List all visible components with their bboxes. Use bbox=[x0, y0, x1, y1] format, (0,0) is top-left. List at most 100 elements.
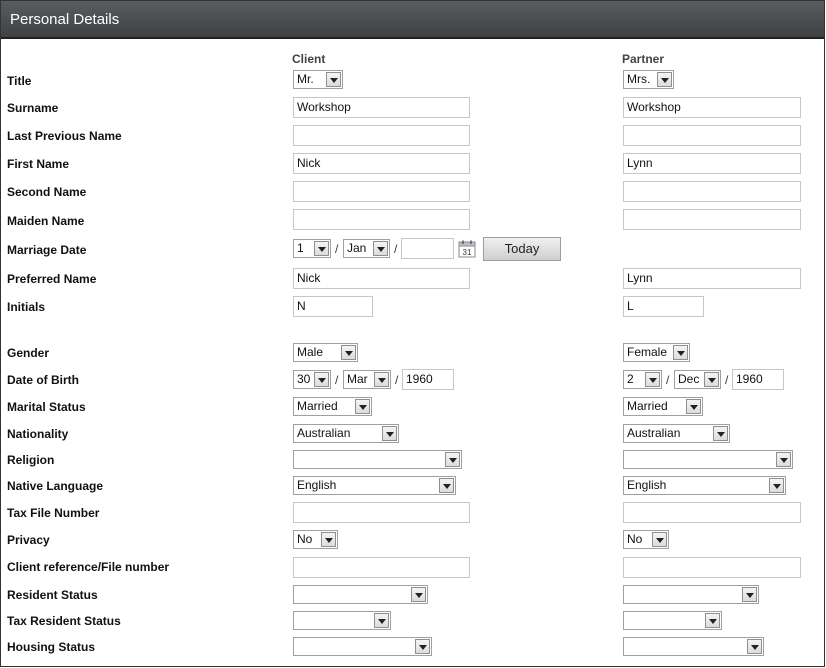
partner-privacy-value: No bbox=[627, 532, 643, 546]
partner-initials-input[interactable]: L bbox=[623, 296, 704, 317]
partner-surname-input[interactable]: Workshop bbox=[623, 97, 801, 118]
client-dob-month-select[interactable]: Mar bbox=[343, 370, 391, 389]
calendar-icon[interactable]: 31 bbox=[458, 240, 476, 258]
partner-dob-month-select[interactable]: Dec bbox=[674, 370, 721, 389]
partner-column-header: Partner bbox=[622, 52, 665, 66]
surname-label: Surname bbox=[7, 101, 59, 115]
client-native-language-select[interactable]: English bbox=[293, 476, 456, 495]
client-dob-month-value: Mar bbox=[347, 372, 368, 386]
client-marital-status-select[interactable]: Married bbox=[293, 397, 372, 416]
client-native-language-value: English bbox=[297, 478, 337, 492]
partner-dob-year-input[interactable]: 1960 bbox=[732, 369, 784, 390]
last-previous-name-label: Last Previous Name bbox=[7, 129, 122, 143]
partner-resident-status-select[interactable] bbox=[623, 585, 759, 604]
client-dob-year-input[interactable]: 1960 bbox=[402, 369, 454, 390]
chevron-down-icon bbox=[713, 426, 728, 441]
date-separator: / bbox=[335, 373, 339, 387]
partner-title-value: Mrs. bbox=[627, 72, 651, 86]
client-dob-day-select[interactable]: 30 bbox=[293, 370, 331, 389]
partner-dob-month-value: Dec bbox=[678, 372, 700, 386]
chevron-down-icon bbox=[769, 478, 784, 493]
partner-native-language-value: English bbox=[627, 478, 667, 492]
client-marriage-month-value: Jan bbox=[347, 241, 367, 255]
partner-gender-value: Female bbox=[627, 345, 668, 359]
client-housing-status-select[interactable] bbox=[293, 637, 432, 656]
chevron-down-icon bbox=[673, 345, 688, 360]
nationality-label: Nationality bbox=[7, 427, 69, 441]
client-gender-value: Male bbox=[297, 345, 324, 359]
partner-maiden-name-input[interactable] bbox=[623, 209, 801, 230]
chevron-down-icon bbox=[439, 478, 454, 493]
personal-details-panel: Personal Details Client Partner Title Su… bbox=[0, 0, 825, 667]
client-marriage-year-input[interactable] bbox=[401, 238, 454, 259]
partner-tax-file-number-input[interactable] bbox=[623, 502, 801, 523]
client-nationality-select[interactable]: Australian bbox=[293, 424, 399, 443]
client-second-name-input[interactable] bbox=[293, 181, 470, 202]
chevron-down-icon bbox=[445, 452, 460, 467]
today-button[interactable]: Today bbox=[483, 237, 561, 261]
client-initials-input[interactable]: N bbox=[293, 296, 373, 317]
chevron-down-icon bbox=[321, 532, 336, 547]
partner-title-select[interactable]: Mrs. bbox=[623, 70, 674, 89]
partner-last-previous-name-input[interactable] bbox=[623, 125, 801, 146]
preferred-name-label: Preferred Name bbox=[7, 272, 97, 286]
partner-privacy-select[interactable]: No bbox=[623, 530, 669, 549]
partner-first-name-input[interactable]: Lynn bbox=[623, 153, 801, 174]
client-surname-input[interactable]: Workshop bbox=[293, 97, 470, 118]
maiden-name-label: Maiden Name bbox=[7, 214, 85, 228]
first-name-label: First Name bbox=[7, 157, 70, 171]
tax-resident-status-label: Tax Resident Status bbox=[7, 614, 121, 628]
privacy-label: Privacy bbox=[7, 533, 50, 547]
tax-file-number-label: Tax File Number bbox=[7, 506, 100, 520]
chevron-down-icon bbox=[314, 372, 329, 387]
second-name-label: Second Name bbox=[7, 185, 87, 199]
client-marriage-day-select[interactable]: 1 bbox=[293, 239, 331, 258]
client-reference-input[interactable] bbox=[293, 557, 470, 578]
chevron-down-icon bbox=[382, 426, 397, 441]
partner-housing-status-select[interactable] bbox=[623, 637, 764, 656]
chevron-down-icon bbox=[314, 241, 329, 256]
partner-dob-day-select[interactable]: 2 bbox=[623, 370, 662, 389]
religion-label: Religion bbox=[7, 453, 55, 467]
resident-status-label: Resident Status bbox=[7, 588, 98, 602]
client-privacy-value: No bbox=[297, 532, 313, 546]
chevron-down-icon bbox=[645, 372, 660, 387]
marriage-date-label: Marriage Date bbox=[7, 243, 87, 257]
chevron-down-icon bbox=[341, 345, 356, 360]
housing-status-label: Housing Status bbox=[7, 640, 96, 654]
client-preferred-name-input[interactable]: Nick bbox=[293, 268, 470, 289]
client-marriage-month-select[interactable]: Jan bbox=[343, 239, 390, 258]
client-title-select[interactable]: Mr. bbox=[293, 70, 343, 89]
partner-marital-status-select[interactable]: Married bbox=[623, 397, 703, 416]
partner-nationality-value: Australian bbox=[627, 426, 681, 440]
client-tax-resident-status-select[interactable] bbox=[293, 611, 391, 630]
chevron-down-icon bbox=[742, 587, 757, 602]
chevron-down-icon bbox=[415, 639, 430, 654]
chevron-down-icon bbox=[747, 639, 762, 654]
partner-gender-select[interactable]: Female bbox=[623, 343, 690, 362]
chevron-down-icon bbox=[374, 372, 389, 387]
client-resident-status-select[interactable] bbox=[293, 585, 428, 604]
partner-tax-resident-status-select[interactable] bbox=[623, 611, 722, 630]
partner-reference-input[interactable] bbox=[623, 557, 801, 578]
client-religion-select[interactable] bbox=[293, 450, 462, 469]
partner-religion-select[interactable] bbox=[623, 450, 793, 469]
partner-second-name-input[interactable] bbox=[623, 181, 801, 202]
client-first-name-input[interactable]: Nick bbox=[293, 153, 470, 174]
partner-native-language-select[interactable]: English bbox=[623, 476, 786, 495]
client-nationality-value: Australian bbox=[297, 426, 351, 440]
chevron-down-icon bbox=[704, 372, 719, 387]
client-last-previous-name-input[interactable] bbox=[293, 125, 470, 146]
svg-text:31: 31 bbox=[463, 248, 472, 257]
client-gender-select[interactable]: Male bbox=[293, 343, 358, 362]
chevron-down-icon bbox=[776, 452, 791, 467]
partner-nationality-select[interactable]: Australian bbox=[623, 424, 730, 443]
client-maiden-name-input[interactable] bbox=[293, 209, 470, 230]
client-privacy-select[interactable]: No bbox=[293, 530, 338, 549]
client-marital-status-value: Married bbox=[297, 399, 338, 413]
date-separator: / bbox=[394, 242, 398, 256]
chevron-down-icon bbox=[686, 399, 701, 414]
client-tax-file-number-input[interactable] bbox=[293, 502, 470, 523]
partner-preferred-name-input[interactable]: Lynn bbox=[623, 268, 801, 289]
date-separator: / bbox=[725, 373, 729, 387]
